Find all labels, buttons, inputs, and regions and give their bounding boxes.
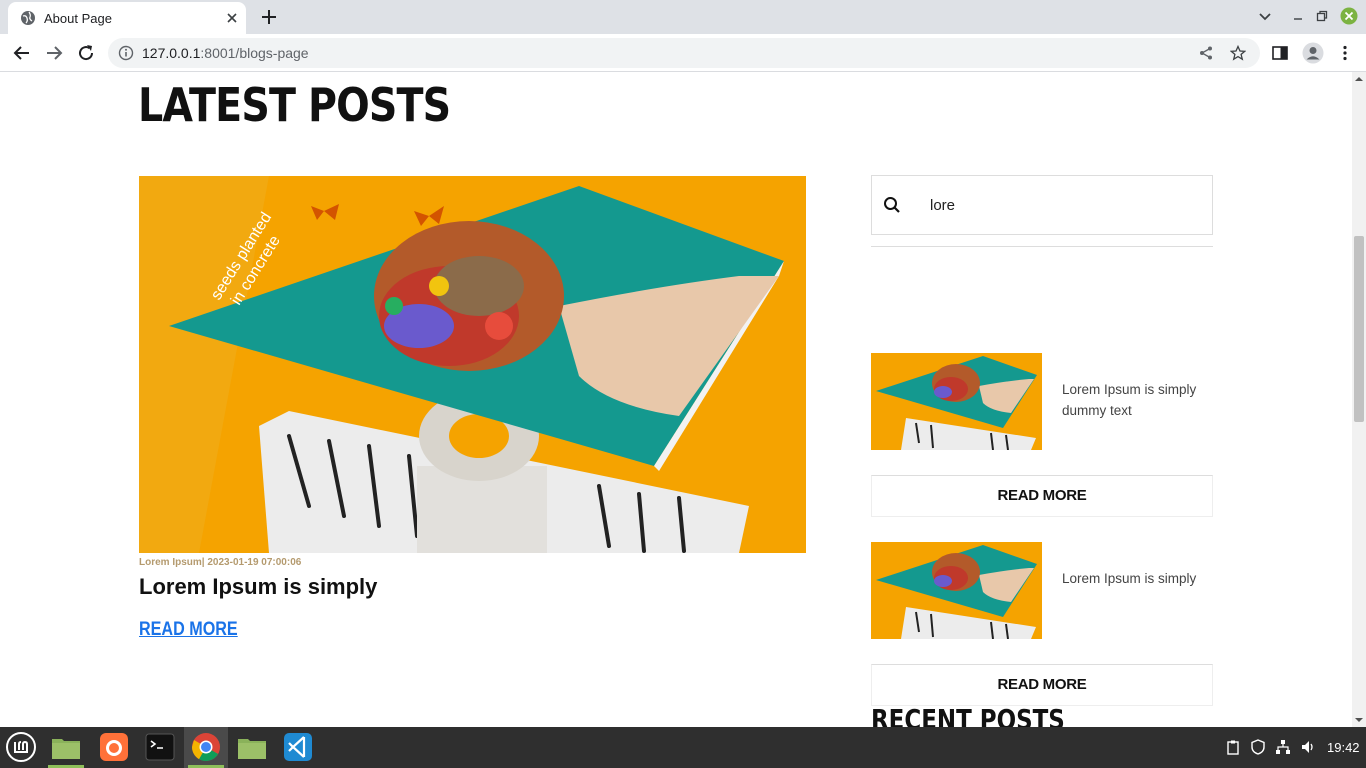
side-panel-icon[interactable] (1271, 44, 1289, 62)
firefox-icon[interactable] (98, 731, 130, 763)
close-window-icon[interactable] (1340, 7, 1358, 25)
scroll-down-arrow-icon[interactable] (1354, 715, 1364, 725)
address-bar[interactable]: 127.0.0.1:8001/blogs-page (108, 38, 1260, 68)
search-divider (871, 246, 1213, 247)
globe-icon (21, 11, 35, 25)
main-post-read-more-link[interactable]: Read More (139, 619, 238, 641)
main-post-image[interactable]: seeds planted in concrete (139, 176, 806, 553)
mint-menu-icon[interactable] (5, 731, 37, 763)
scrollbar-thumb[interactable] (1354, 236, 1364, 422)
url-host: 127.0.0.1 (142, 45, 201, 61)
network-icon[interactable] (1275, 739, 1291, 755)
menu-kebab-icon[interactable] (1336, 44, 1354, 62)
files-icon[interactable] (50, 731, 82, 763)
side-post-text[interactable]: Lorem Ipsum is simply (1062, 568, 1212, 589)
browser-tab[interactable]: About Page (8, 2, 246, 34)
share-icon[interactable] (1198, 45, 1214, 61)
side-post-read-more-button[interactable]: Read More (871, 475, 1213, 517)
chrome-icon[interactable] (190, 731, 222, 763)
minimize-icon[interactable] (1290, 8, 1306, 24)
page-heading: Latest Posts (138, 78, 451, 132)
new-tab-icon[interactable] (260, 8, 278, 26)
site-info-icon[interactable] (118, 45, 134, 61)
side-post-text[interactable]: Lorem Ipsum is simply dummy text (1062, 379, 1212, 421)
url-path: :8001/blogs-page (200, 45, 309, 61)
scroll-up-arrow-icon[interactable] (1354, 74, 1364, 84)
os-taskbar: 19:42 (0, 727, 1366, 768)
folder-icon[interactable] (236, 731, 268, 763)
recent-posts-heading: Recent Posts (871, 703, 1065, 727)
bookmark-star-icon[interactable] (1230, 45, 1246, 61)
clipboard-icon[interactable] (1225, 739, 1241, 755)
main-post-meta: Lorem Ipsum| 2023-01-19 07:00:06 (139, 557, 302, 568)
vscode-icon[interactable] (282, 731, 314, 763)
side-post-read-more-button[interactable]: Read More (871, 664, 1213, 706)
close-tab-icon[interactable] (224, 10, 240, 26)
side-post-image[interactable] (871, 542, 1042, 639)
forward-icon[interactable] (44, 43, 64, 63)
clock[interactable]: 19:42 (1327, 740, 1360, 755)
url-text: 127.0.0.1:8001/blogs-page (142, 45, 309, 61)
restore-icon[interactable] (1314, 8, 1330, 24)
profile-avatar-icon[interactable] (1302, 42, 1324, 64)
search-icon (884, 197, 900, 213)
tab-search-chevron-icon[interactable] (1257, 8, 1273, 24)
reload-icon[interactable] (76, 43, 96, 63)
shield-icon[interactable] (1250, 739, 1266, 755)
browser-tab-bar: About Page (0, 0, 1366, 34)
main-post-title[interactable]: Lorem Ipsum is simply (139, 574, 377, 600)
terminal-icon[interactable] (144, 731, 176, 763)
search-input[interactable] (928, 192, 1192, 218)
page-viewport: Latest Posts seeds planted in (0, 72, 1352, 727)
search-box (871, 175, 1213, 235)
back-icon[interactable] (12, 43, 32, 63)
browser-toolbar: 127.0.0.1:8001/blogs-page (0, 34, 1366, 72)
side-post-image[interactable] (871, 353, 1042, 450)
tab-title: About Page (44, 11, 112, 26)
volume-icon[interactable] (1300, 739, 1316, 755)
